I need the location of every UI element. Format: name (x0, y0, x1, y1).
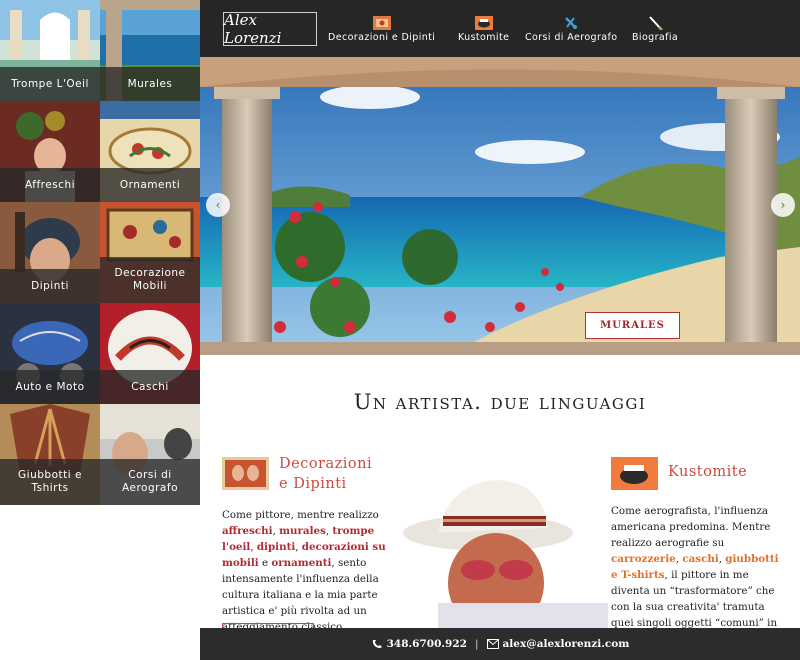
page: Trompe L'Oeil Murales Affreschi Ornament… (0, 0, 800, 660)
slider-prev-arrow[interactable]: ‹ (206, 193, 230, 217)
sidebar-tile-trompe-loeil[interactable]: Trompe L'Oeil (0, 0, 100, 101)
decorazioni-title-line2[interactable]: e Dipinti (279, 475, 372, 495)
footer-email[interactable]: alex@alexlorenzi.com (503, 638, 630, 650)
sidebar-blank-area (0, 505, 200, 660)
footer-phone[interactable]: 348.6700.922 (387, 638, 467, 650)
artist-portrait (403, 480, 608, 628)
sidebar-tile-label: Caschi (100, 370, 200, 404)
nav-label: Biografia (632, 32, 679, 43)
sidebar-tile-dipinti[interactable]: Dipinti (0, 202, 100, 303)
sidebar-tile-caschi[interactable]: Caschi (100, 303, 200, 404)
link-caschi[interactable]: caschi (682, 553, 718, 565)
sidebar-tile-label: Dipinti (0, 269, 100, 303)
sidebar-tile-murales[interactable]: Murales (100, 0, 200, 101)
hero-murales-button[interactable]: MURALES (585, 312, 680, 339)
nav-label: Corsi di Aerografo (525, 32, 618, 43)
nav-decorazioni-dipinti[interactable]: Decorazioni e Dipinti (328, 16, 435, 43)
hero-mural-image (200, 57, 800, 355)
sidebar-tile-label: Corsi di Aerografo (100, 459, 200, 505)
section-title: Un artista. due linguaggi (353, 390, 647, 414)
hero-slider: ‹ › (200, 57, 800, 355)
nav-label: Kustomite (458, 32, 510, 43)
nav-corsi-aerografo[interactable]: Corsi di Aerografo (525, 16, 617, 43)
envelope-icon (486, 639, 499, 649)
sidebar-tile-corsi-aerografo[interactable]: Corsi di Aerografo (100, 404, 200, 505)
contact-footer: 348.6700.922 | alex@alexlorenzi.com (200, 628, 800, 660)
nav-label: Decorazioni e Dipinti (328, 32, 436, 43)
sidebar-tile-label: Murales (100, 67, 200, 101)
phone-icon (372, 640, 382, 648)
sidebar-tile-decorazione-mobili[interactable]: Decorazione Mobili (100, 202, 200, 303)
link-dipinti[interactable]: dipinti (257, 541, 295, 553)
sidebar-tile-auto-moto[interactable]: Auto e Moto (0, 303, 100, 404)
brush-icon (649, 16, 663, 30)
kustomite-thumbnail (611, 457, 658, 490)
nav-biografia[interactable]: Biografia (632, 16, 678, 43)
sidebar-tile-label: Trompe L'Oeil (0, 67, 100, 101)
sidebar-tile-label: Auto e Moto (0, 370, 100, 404)
kustom-icon (474, 16, 493, 30)
top-navigation: Alex Lorenzi Decorazioni e Dipinti Kusto… (200, 0, 800, 57)
sidebar-tile-giubbotti[interactable]: Giubbotti e Tshirts (0, 404, 100, 505)
kustomite-title[interactable]: Kustomite (668, 463, 747, 483)
link-affreschi[interactable]: affreschi (222, 525, 273, 537)
sidebar-tile-ornamenti[interactable]: Ornamenti (100, 101, 200, 202)
slider-next-arrow[interactable]: › (771, 193, 795, 217)
site-logo[interactable]: Alex Lorenzi (223, 11, 317, 47)
link-murales[interactable]: murales (279, 525, 326, 537)
sidebar-tile-affreschi[interactable]: Affreschi (0, 101, 100, 202)
decorazioni-thumbnail (222, 457, 269, 490)
decorazioni-description: Come pittore, mentre realizzo affreschi,… (222, 509, 386, 633)
footer-separator: | (474, 638, 479, 650)
sidebar-tile-label: Giubbotti e Tshirts (0, 459, 100, 505)
nav-kustomite[interactable]: Kustomite (458, 16, 509, 43)
decorazioni-dipinti-column: Decorazioni e Dipinti Come pittore, ment… (222, 455, 387, 636)
sidebar-tile-label: Ornamenti (100, 168, 200, 202)
decorazioni-title-line1[interactable]: Decorazioni (279, 455, 372, 475)
link-ornamenti[interactable]: ornamenti (271, 557, 331, 569)
airbrush-icon (565, 17, 578, 29)
sidebar-tile-label: Decorazione Mobili (100, 257, 200, 303)
painting-icon (372, 16, 391, 30)
sidebar-gallery: Trompe L'Oeil Murales Affreschi Ornament… (0, 0, 200, 505)
sidebar-tile-label: Affreschi (0, 168, 100, 202)
link-carrozzerie[interactable]: carrozzerie (611, 553, 676, 565)
